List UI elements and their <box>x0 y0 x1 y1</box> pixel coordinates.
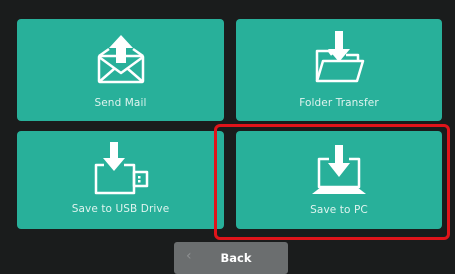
send-mail-label: Send Mail <box>94 97 147 109</box>
laptop-download-icon <box>312 145 366 194</box>
save-to-usb-label: Save to USB Drive <box>71 203 170 215</box>
save-to-pc-button[interactable]: Save to PC <box>236 131 442 229</box>
folder-transfer-label: Folder Transfer <box>299 97 379 109</box>
send-mail-button[interactable]: Send Mail <box>17 19 224 121</box>
save-to-pc-label: Save to PC <box>310 204 368 216</box>
mail-upload-icon <box>97 35 144 84</box>
usb-download-icon <box>94 142 148 195</box>
save-to-usb-button[interactable]: Save to USB Drive <box>17 131 224 229</box>
back-button[interactable]: ‹ Back <box>174 242 288 274</box>
folder-download-icon <box>315 31 365 83</box>
back-label: Back <box>220 251 252 265</box>
transfer-screen: Send Mail Folder Transfer Save to USB Dr… <box>0 0 455 274</box>
folder-transfer-button[interactable]: Folder Transfer <box>236 19 442 121</box>
